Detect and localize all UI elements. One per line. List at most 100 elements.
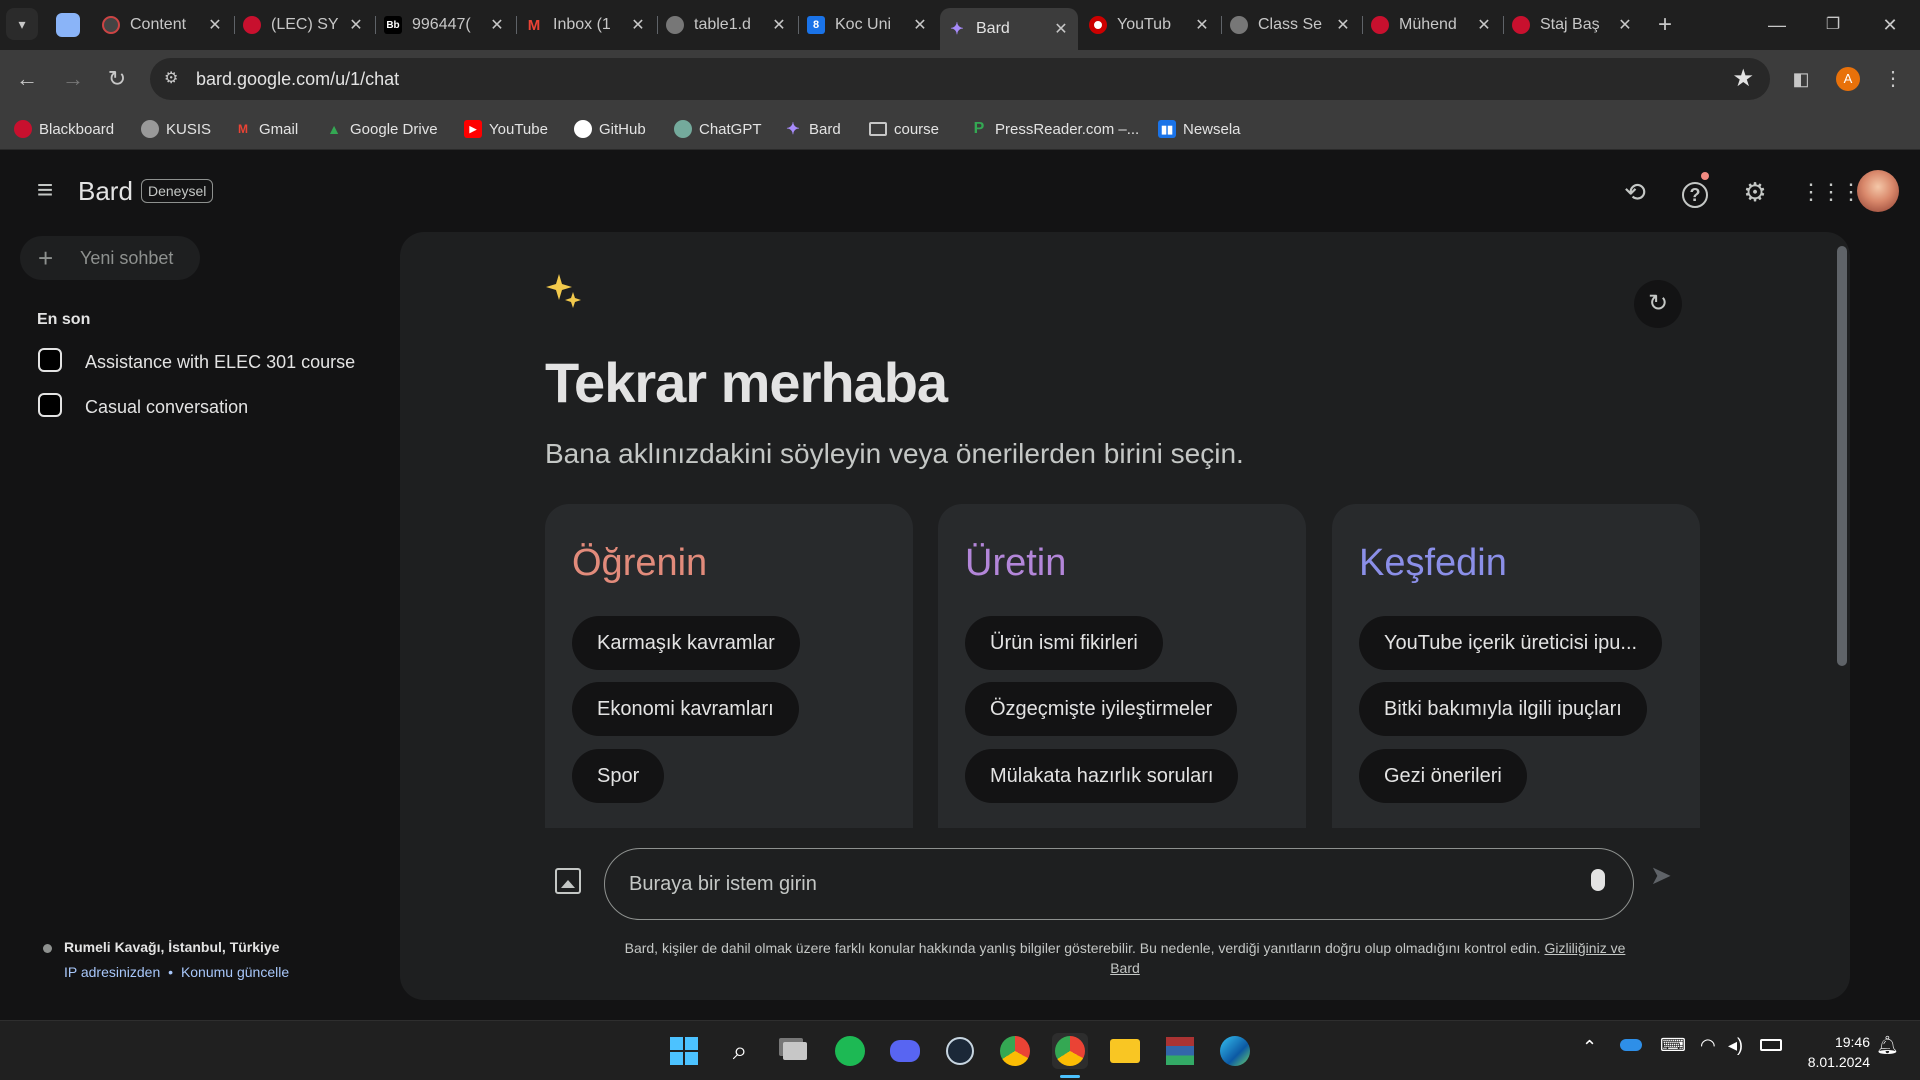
refresh-suggestions-icon[interactable]: ↻ [1634,280,1682,328]
tab-content[interactable]: Content ✕ [94,8,232,42]
apps-grid-icon[interactable]: ⋮⋮⋮ [1800,174,1862,210]
suggestion-chip[interactable]: Mülakata hazırlık soruları [965,749,1239,803]
bookmark-youtube[interactable]: ▶ YouTube [464,118,548,140]
bookmark-chatgpt[interactable]: ChatGPT [674,118,762,140]
update-location-link[interactable]: Konumu güncelle [181,964,289,980]
bookmark-pressreader[interactable]: P PressReader.com –... [970,118,1140,140]
file-explorer-icon[interactable] [1107,1033,1143,1069]
bookmark-newsela[interactable]: ▮▮ Newsela [1158,118,1241,140]
recent-chat-item[interactable]: Casual conversation [30,387,360,427]
close-icon[interactable]: ✕ [1334,15,1352,35]
volume-icon[interactable]: ◂) [1728,1035,1743,1056]
close-icon[interactable]: ✕ [1616,15,1634,35]
task-view-icon[interactable] [777,1033,813,1069]
url-text[interactable]: bard.google.com/u/1/chat [196,69,399,90]
suggestion-chip[interactable]: Ekonomi kavramları [572,682,799,736]
tab-muhendis[interactable]: Mühend ✕ [1362,8,1501,42]
suggestion-chip[interactable]: Ürün ismi fikirleri [965,616,1163,670]
side-panel-icon[interactable]: ◧ [1784,62,1818,96]
close-icon[interactable]: ✕ [770,15,788,35]
suggestion-chip[interactable]: YouTube içerik üreticisi ipu... [1359,616,1663,670]
reload-button[interactable]: ↻ [100,62,134,96]
tab-table1[interactable]: table1.d ✕ [657,8,796,42]
windows-start-icon[interactable] [666,1033,702,1069]
ip-address-link[interactable]: IP adresinizden [64,964,160,980]
close-icon[interactable]: ✕ [488,15,506,35]
minimize-button[interactable]: — [1757,10,1797,40]
tab-search-button[interactable]: ▾ [6,8,38,40]
bookmark-gmail[interactable]: M Gmail [234,118,298,140]
location-text: Rumeli Kavağı, İstanbul, Türkiye [64,939,280,955]
steam-icon[interactable] [942,1033,978,1069]
suggestion-chip[interactable]: Karmaşık kavramlar [572,616,800,670]
tab-class[interactable]: Class Se ✕ [1221,8,1360,42]
activity-history-icon[interactable]: ⟲ [1617,174,1653,210]
privacy-link[interactable]: Gizliliğiniz ve [1544,940,1625,956]
search-icon[interactable]: ⌕ [722,1033,758,1069]
scrollbar-thumb[interactable] [1837,246,1847,666]
battery-icon[interactable] [1760,1039,1782,1051]
winrar-icon[interactable] [1162,1033,1198,1069]
privacy-link-2[interactable]: Bard [1110,960,1140,976]
card-create: Üretin Ürün ismi fikirleri Özgeçmişte iy… [938,504,1306,828]
suggestion-chip[interactable]: Özgeçmişte iyileştirmeler [965,682,1238,736]
back-button[interactable]: ← [10,62,44,96]
hamburger-menu-icon[interactable]: ≡ [27,172,63,208]
wifi-icon[interactable]: ◠ [1700,1035,1716,1056]
bookmark-kusis[interactable]: KUSIS [141,118,211,140]
close-icon[interactable]: ✕ [1193,15,1211,35]
onedrive-icon[interactable] [1620,1039,1642,1051]
blackboard-icon: Bb [384,16,402,34]
spotify-icon[interactable] [832,1033,868,1069]
tab-youtube[interactable]: YouTub ✕ [1081,8,1219,42]
site-info-icon[interactable]: ⚙ [164,68,178,88]
close-window-button[interactable]: ✕ [1870,10,1910,40]
tab-lec[interactable]: (LEC) SY ✕ [234,8,373,42]
close-icon[interactable]: ✕ [1052,19,1070,39]
close-icon[interactable]: ✕ [911,15,929,35]
recent-chat-item[interactable]: Assistance with ELEC 301 course [30,342,360,382]
prompt-input[interactable]: Buraya bir istem girin [604,848,1634,920]
chrome-active-icon[interactable] [1052,1033,1088,1069]
bookmark-drive[interactable]: ▲ Google Drive [325,118,437,140]
send-icon[interactable]: ➤ [1650,860,1672,891]
tab-bard[interactable]: ✦ Bard ✕ [940,8,1078,50]
keyboard-icon[interactable]: ⌨ [1660,1035,1686,1056]
chrome-icon[interactable] [997,1033,1033,1069]
menu-kebab-icon[interactable]: ⋮ [1876,62,1910,96]
bookmark-github[interactable]: GitHub [574,118,646,140]
suggestion-chip[interactable]: Bitki bakımıyla ilgili ipuçları [1359,682,1647,736]
profile-avatar[interactable]: A [1836,67,1860,91]
upload-image-icon[interactable] [555,868,581,894]
chevron-up-icon[interactable]: ⌃ [1582,1037,1597,1058]
tab-staj[interactable]: Staj Baş ✕ [1503,8,1642,42]
newsela-icon: ▮▮ [1158,120,1176,138]
bookmark-star-icon[interactable]: ★ [1732,64,1754,93]
close-icon[interactable]: ✕ [629,15,647,35]
address-bar[interactable]: ⚙ bard.google.com/u/1/chat ★ [150,58,1770,100]
clock[interactable]: 19:46 8.01.2024 [1790,1032,1870,1072]
suggestion-chip[interactable]: Gezi önerileri [1359,749,1527,803]
discord-icon[interactable] [887,1033,923,1069]
bookmark-course[interactable]: course [869,118,939,140]
close-icon[interactable]: ✕ [347,15,365,35]
bookmark-bard[interactable]: ✦ Bard [784,118,840,140]
close-icon[interactable]: ✕ [206,15,224,35]
tab-koc[interactable]: 8 Koc Uni ✕ [798,8,937,42]
tab-blackboard[interactable]: Bb 996447( ✕ [375,8,514,42]
settings-gear-icon[interactable]: ⚙ [1737,174,1773,210]
restore-button[interactable]: ❐ [1813,10,1853,40]
account-avatar[interactable] [1857,170,1899,212]
bookmark-blackboard[interactable]: Blackboard [14,118,114,140]
new-chat-button[interactable]: + Yeni sohbet [20,236,200,280]
close-icon[interactable]: ✕ [1475,15,1493,35]
tab-inbox[interactable]: M Inbox (1 ✕ [516,8,655,42]
notification-bell-icon[interactable]: 🔔︎ [1876,1035,1899,1056]
edge-icon[interactable] [1217,1033,1253,1069]
help-icon[interactable]: ? [1677,174,1713,210]
suggestion-chip[interactable]: Spor [572,749,665,803]
tab-group-icon[interactable] [56,13,80,37]
new-tab-button[interactable]: + [1645,10,1685,40]
microphone-icon[interactable] [1591,869,1605,891]
forward-button[interactable]: → [56,62,90,96]
